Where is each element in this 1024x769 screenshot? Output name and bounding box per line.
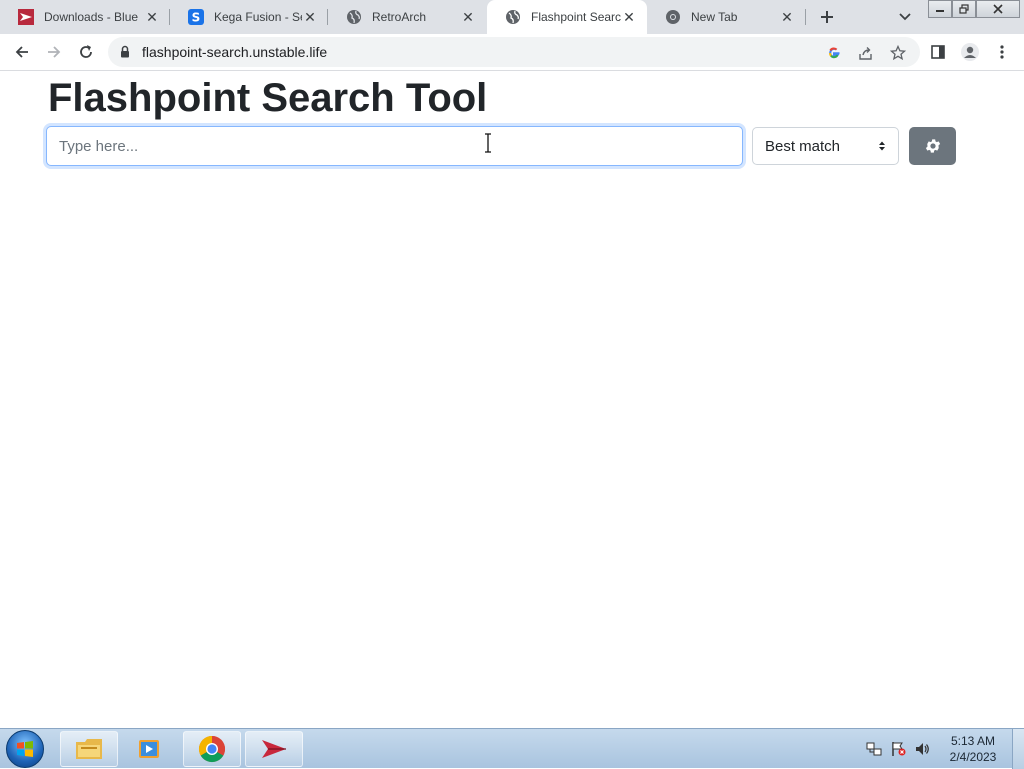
clock-date: 2/4/2023: [949, 750, 997, 764]
tab-title: Flashpoint Search: [531, 10, 621, 24]
tab-downloads[interactable]: Downloads - Blue ✕: [0, 0, 170, 34]
back-button[interactable]: [10, 40, 34, 64]
arrow-right-icon: [48, 46, 61, 58]
close-window-button[interactable]: [976, 0, 1020, 18]
address-bar[interactable]: flashpoint-search.unstable.life: [108, 37, 920, 67]
action-center-icon[interactable]: [890, 741, 906, 757]
windows-logo-icon: [17, 741, 33, 757]
sort-select[interactable]: Best match: [752, 127, 899, 165]
side-panel-button[interactable]: [926, 40, 950, 64]
chrome-icon: [198, 735, 226, 763]
profile-button[interactable]: [958, 40, 982, 64]
avatar-icon: [961, 43, 979, 61]
reload-button[interactable]: [74, 40, 98, 64]
menu-button[interactable]: [990, 40, 1014, 64]
minimize-button[interactable]: [928, 0, 952, 18]
tab-flashpoint-search[interactable]: Flashpoint Search ✕: [487, 0, 647, 34]
close-tab-icon[interactable]: ✕: [144, 9, 160, 25]
chrome-icon: [665, 9, 681, 25]
flashpoint-icon: [262, 740, 286, 758]
tab-new-tab[interactable]: New Tab ✕: [647, 0, 805, 34]
tab-title: New Tab: [691, 10, 738, 24]
volume-icon[interactable]: [914, 741, 930, 757]
star-icon[interactable]: [888, 43, 908, 63]
tab-divider: [805, 9, 806, 25]
close-icon: [993, 4, 1003, 14]
tab-title: RetroArch: [372, 10, 427, 24]
restore-icon: [959, 4, 969, 14]
globe-icon: [346, 9, 362, 25]
close-tab-icon[interactable]: ✕: [779, 9, 795, 25]
kebab-menu-icon: [1000, 45, 1004, 59]
lock-icon: [120, 45, 130, 63]
show-desktop-button[interactable]: [1012, 729, 1024, 769]
settings-button[interactable]: [909, 127, 956, 165]
close-tab-icon[interactable]: ✕: [621, 9, 637, 25]
svg-text:S: S: [192, 11, 201, 25]
url-text[interactable]: flashpoint-search.unstable.life: [142, 44, 327, 60]
sort-select-value: Best match: [765, 137, 841, 155]
globe-icon: [505, 9, 521, 25]
tab-strip: Downloads - Blue ✕ S Kega Fusion - Seg ✕…: [0, 0, 1024, 34]
side-panel-icon: [931, 45, 945, 59]
chevron-down-icon: [899, 13, 911, 21]
taskbar-flashpoint[interactable]: [245, 731, 303, 767]
forward-button[interactable]: [42, 40, 66, 64]
minimize-icon: [936, 10, 944, 12]
restore-button[interactable]: [952, 0, 976, 18]
close-tab-icon[interactable]: ✕: [302, 9, 318, 25]
taskbar: 5:13 AM 2/4/2023: [0, 728, 1024, 769]
tab-title: Downloads - Blue: [44, 10, 139, 24]
google-icon[interactable]: [824, 43, 844, 63]
network-icon[interactable]: [866, 741, 882, 757]
new-tab-button[interactable]: [815, 5, 839, 29]
start-button[interactable]: [6, 730, 44, 768]
gear-icon: [925, 139, 940, 153]
blue-arrow-icon: [18, 9, 34, 25]
plus-icon: [821, 11, 833, 23]
taskbar-chrome[interactable]: [183, 731, 241, 767]
close-tab-icon[interactable]: ✕: [460, 9, 476, 25]
tab-retroarch[interactable]: RetroArch ✕: [328, 0, 486, 34]
folder-icon: [76, 739, 102, 759]
reload-icon: [80, 45, 92, 58]
tab-kega-fusion[interactable]: S Kega Fusion - Seg ✕: [170, 0, 328, 34]
media-player-icon: [139, 740, 159, 758]
s-logo-icon: S: [188, 9, 204, 25]
clock-time: 5:13 AM: [950, 734, 996, 748]
share-icon[interactable]: [856, 43, 876, 63]
page-title: Flashpoint Search Tool: [48, 76, 488, 120]
tab-search-button[interactable]: [893, 5, 917, 29]
select-arrows-icon: [879, 141, 885, 151]
system-clock[interactable]: 5:13 AM 2/4/2023: [940, 733, 1006, 765]
ibeam-cursor: [483, 133, 493, 153]
taskbar-media-player[interactable]: [120, 731, 178, 767]
search-input[interactable]: [46, 126, 743, 166]
browser-toolbar: flashpoint-search.unstable.life: [0, 34, 1024, 71]
taskbar-explorer[interactable]: [60, 731, 118, 767]
tab-title: Kega Fusion - Seg: [214, 10, 302, 24]
arrow-left-icon: [15, 46, 28, 58]
